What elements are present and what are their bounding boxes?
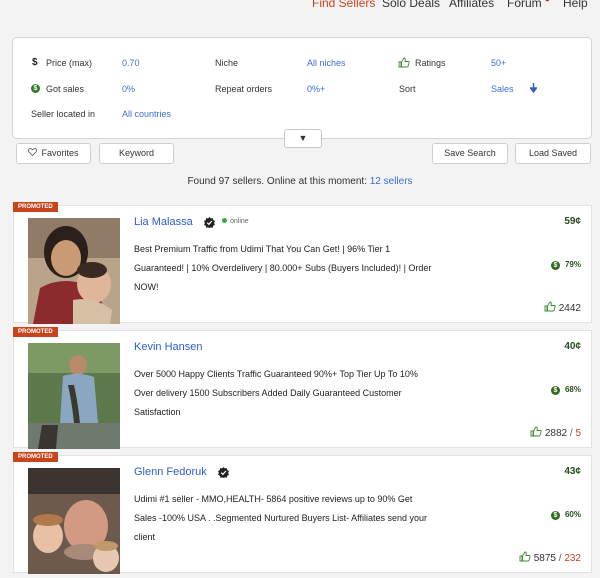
save-search-button[interactable]: Save Search — [432, 143, 508, 164]
heart-icon — [28, 144, 38, 163]
nav-forum[interactable]: Forum● — [507, 0, 550, 10]
seller-avatar[interactable] — [28, 218, 120, 324]
sales-percentage-value: 60% — [564, 510, 581, 519]
money-icon: $ — [550, 261, 560, 270]
thumbs-up-icon — [530, 426, 542, 437]
money-icon: $ — [550, 511, 560, 520]
online-dot-icon — [222, 218, 227, 223]
repeat-orders-label: Repeat orders — [215, 84, 273, 94]
promoted-badge: PROMOTED — [13, 202, 58, 212]
nav-solo-deals[interactable]: Solo Deals — [382, 0, 440, 10]
got-sales-label: Got sales — [46, 84, 85, 94]
seller-card[interactable]: PROMOTED Glenn Fedoruk Udimi #1 seller -… — [13, 452, 592, 574]
seller-location-value[interactable]: All countries — [122, 109, 171, 119]
keyword-button[interactable]: Keyword — [99, 143, 174, 164]
got-sales-dollar-icon: $ — [31, 84, 40, 93]
thumbs-up-icon — [544, 301, 556, 312]
price-max-value[interactable]: 0.70 — [122, 58, 140, 68]
verified-badge-icon — [204, 217, 215, 228]
ratings-label: Ratings — [415, 58, 446, 68]
dollar-icon: $ — [32, 57, 38, 68]
sales-percentage: $60% — [550, 510, 581, 520]
nav-find-sellers[interactable]: Find Sellers — [312, 0, 375, 10]
negative-ratings: 232 — [564, 553, 581, 564]
seller-ratings: 2442 — [544, 301, 581, 314]
results-summary: Found 97 sellers. Online at this moment:… — [0, 176, 600, 187]
seller-card[interactable]: PROMOTED Lia Malassa online Best Premium… — [13, 202, 592, 324]
niche-value[interactable]: All niches — [307, 58, 346, 68]
seller-ratings: 5875 / 232 — [519, 551, 581, 564]
seller-name[interactable]: Kevin Hansen — [134, 341, 203, 353]
sales-percentage: $79% — [550, 260, 581, 270]
verified-badge-icon — [218, 467, 229, 478]
niche-label: Niche — [215, 58, 239, 68]
negative-ratings: 5 — [575, 428, 581, 439]
sort-label: Sort — [399, 84, 416, 94]
promoted-badge: PROMOTED — [13, 452, 58, 462]
sales-percentage: $68% — [550, 385, 581, 395]
top-navigation: Find Sellers Solo Deals Affiliates Forum… — [0, 0, 600, 22]
seller-avatar[interactable] — [28, 343, 120, 449]
ratings-separator: / — [569, 428, 573, 439]
price-max-label: Price (max) — [46, 58, 93, 68]
sort-descending-arrow-icon[interactable] — [530, 83, 537, 93]
favorites-label: Favorites — [41, 148, 79, 158]
seller-location-label: Seller located in — [31, 109, 96, 119]
promoted-badge: PROMOTED — [13, 327, 58, 337]
seller-name[interactable]: Lia Malassa — [134, 216, 193, 228]
seller-description: Udimi #1 seller - MMO,HEALTH- 5864 posit… — [134, 494, 427, 542]
seller-name[interactable]: Glenn Fedoruk — [134, 466, 207, 478]
positive-ratings: 2882 — [544, 428, 568, 439]
seller-description: Best Premium Traffic from Udimi That You… — [134, 244, 432, 292]
nav-forum-label: Forum — [507, 0, 542, 10]
sort-value[interactable]: Sales — [491, 84, 514, 94]
seller-price: 40¢ — [564, 341, 581, 352]
nav-affiliates[interactable]: Affiliates — [449, 0, 494, 10]
nav-help[interactable]: Help — [563, 0, 588, 10]
expand-filters-button[interactable]: ▼ — [284, 129, 322, 148]
thumbs-up-icon — [398, 57, 410, 68]
positive-ratings: 5875 — [533, 553, 556, 564]
ratings-value[interactable]: 50+ — [491, 58, 506, 68]
sales-percentage-value: 68% — [564, 385, 581, 394]
repeat-orders-value[interactable]: 0%+ — [307, 84, 325, 94]
got-sales-value[interactable]: 0% — [122, 84, 135, 94]
ratings-separator: / — [558, 553, 562, 564]
seller-card[interactable]: PROMOTED Kevin Hansen Over 5000 Happy Cl… — [13, 327, 592, 449]
positive-ratings: 2442 — [558, 303, 581, 314]
seller-price: 59¢ — [564, 216, 581, 227]
load-saved-button[interactable]: Load Saved — [515, 143, 591, 164]
seller-description: Over 5000 Happy Clients Traffic Guarante… — [134, 369, 418, 417]
forum-notification-dot: ● — [545, 0, 550, 4]
seller-price: 43¢ — [564, 466, 581, 477]
favorites-button[interactable]: Favorites — [16, 143, 91, 164]
chevron-down-icon: ▼ — [298, 133, 308, 143]
online-status: online — [222, 218, 249, 225]
thumbs-up-icon — [519, 551, 531, 562]
online-status-label: online — [230, 218, 249, 225]
money-icon: $ — [550, 386, 560, 395]
results-count-text: Found 97 sellers. Online at this moment: — [187, 176, 367, 187]
filters-panel: $ Price (max) 0.70 Niche All niches Rati… — [12, 37, 592, 139]
seller-avatar[interactable] — [28, 468, 120, 574]
seller-ratings: 2882 / 5 — [530, 426, 581, 439]
sales-percentage-value: 79% — [564, 260, 581, 269]
online-sellers-link[interactable]: 12 sellers — [370, 176, 413, 187]
